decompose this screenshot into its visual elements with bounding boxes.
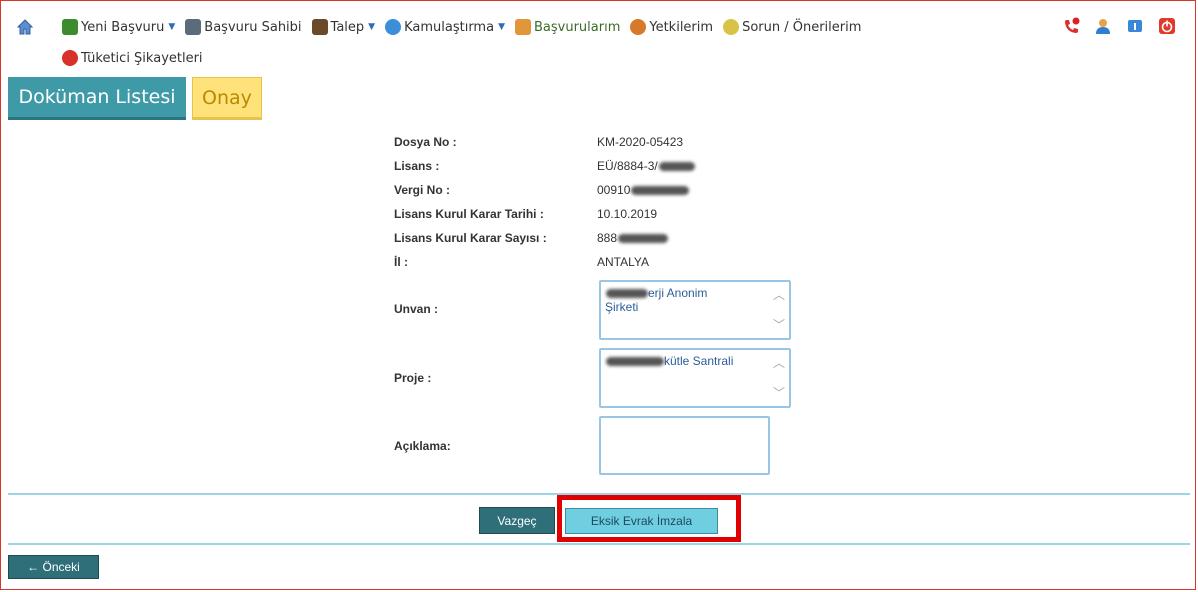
request-icon — [311, 19, 328, 35]
my-applications-icon — [515, 19, 531, 35]
chevron-down-icon: ▼ — [168, 22, 176, 32]
il-value: ANTALYA — [597, 255, 650, 269]
karar-tarihi-value: 10.10.2019 — [597, 207, 658, 221]
highlight-box — [557, 495, 741, 542]
tab-approval[interactable]: Onay — [192, 77, 262, 120]
scroll-down-icon[interactable]: ﹀ — [773, 318, 785, 332]
aciklama-textarea[interactable] — [599, 416, 770, 475]
menu-item-request[interactable]: Talep ▼ — [311, 19, 376, 35]
unvan-value-line1: erji Anonim — [648, 286, 708, 300]
vergi-no-label: Vergi No : — [394, 183, 451, 197]
applicant-icon — [185, 19, 202, 35]
home-icon[interactable] — [16, 18, 34, 36]
menu-item-applicant[interactable]: Başvuru Sahibi — [185, 19, 302, 35]
user-profile-icon[interactable] — [1094, 17, 1112, 35]
il-label: İl : — [394, 255, 408, 269]
proje-label: Proje : — [394, 371, 432, 385]
header-actions — [1062, 17, 1176, 35]
redacted-mark — [618, 234, 669, 244]
unvan-label: Unvan : — [394, 302, 439, 316]
globe-icon — [385, 19, 402, 35]
permissions-icon — [630, 19, 647, 35]
notification-phone-icon[interactable] — [1062, 17, 1080, 35]
vergi-no-value-row: 00910 — [597, 183, 690, 197]
scroll-up-icon[interactable]: ︿ — [773, 288, 785, 302]
menu-item-expropriation[interactable]: Kamulaştırma ▼ — [385, 19, 505, 35]
karar-tarihi-label: Lisans Kurul Karar Tarihi : — [394, 207, 544, 221]
lisans-value: EÜ/8884-3/ — [597, 159, 658, 173]
suggestions-icon — [723, 19, 740, 35]
proje-value: kütle Santrali — [664, 354, 734, 368]
previous-button[interactable]: ← Önceki — [8, 555, 99, 579]
aciklama-label: Açıklama: — [394, 439, 451, 453]
karar-sayisi-value: 888 — [597, 231, 618, 245]
new-application-icon — [62, 19, 78, 35]
divider — [8, 543, 1190, 545]
info-icon[interactable] — [1126, 17, 1144, 35]
proje-textarea[interactable]: kütle Santrali ︿ ﹀ — [599, 348, 791, 408]
logout-icon[interactable] — [1158, 17, 1176, 35]
top-menu: Yeni Başvuru ▼ Başvuru Sahibi Talep ▼ Ka… — [62, 16, 1178, 38]
menu-item-my-applications[interactable]: Başvurularım — [515, 19, 620, 35]
dosya-no-label: Dosya No : — [394, 135, 457, 149]
menu-item-consumer-complaints[interactable]: Tüketici Şikayetleri — [62, 50, 203, 66]
cancel-button[interactable]: Vazgeç — [479, 507, 555, 534]
lisans-value-row: EÜ/8884-3/ — [597, 159, 695, 173]
tab-document-list[interactable]: Doküman Listesi — [8, 77, 186, 120]
dosya-no-value: KM-2020-05423 — [597, 135, 684, 149]
consumer-complaints-icon — [62, 50, 78, 66]
chevron-down-icon: ▼ — [368, 22, 376, 32]
menu-item-suggestions[interactable]: Sorun / Önerilerim — [723, 19, 861, 35]
chevron-down-icon: ▼ — [498, 22, 505, 32]
lisans-label: Lisans : — [394, 159, 440, 173]
vergi-no-value: 00910 — [597, 183, 631, 197]
redacted-mark — [606, 357, 664, 367]
redacted-mark — [658, 162, 695, 172]
redacted-mark — [606, 289, 648, 299]
scroll-up-icon[interactable]: ︿ — [773, 356, 785, 370]
unvan-value-line2: Şirketi — [605, 300, 639, 314]
scroll-down-icon[interactable]: ﹀ — [773, 386, 785, 400]
redacted-mark — [631, 186, 690, 196]
karar-sayisi-label: Lisans Kurul Karar Sayısı : — [394, 231, 547, 245]
menu-item-new-application[interactable]: Yeni Başvuru ▼ — [62, 19, 175, 35]
unvan-textarea[interactable]: erji Anonim Şirketi ︿ ﹀ — [599, 280, 791, 340]
karar-sayisi-value-row: 888 — [597, 231, 669, 245]
menu-item-permissions[interactable]: Yetkilerim — [630, 19, 713, 35]
